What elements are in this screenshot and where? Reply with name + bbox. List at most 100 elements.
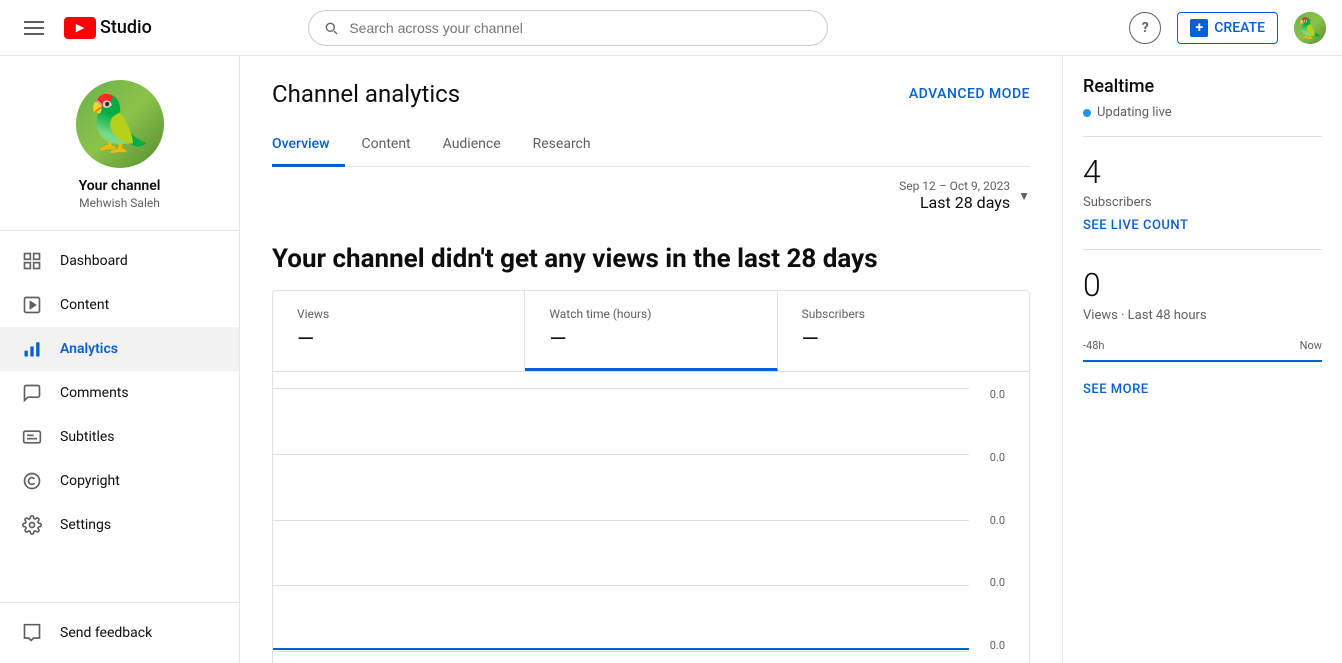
time-axis: -48h Now xyxy=(1083,339,1322,352)
sidebar-item-content-label: Content xyxy=(60,297,109,313)
app-header: Studio ? CREATE xyxy=(0,0,1342,56)
feedback-icon xyxy=(20,621,44,645)
page-title: Channel analytics xyxy=(272,80,460,108)
grid-line-4 xyxy=(273,585,969,586)
realtime-divider-2 xyxy=(1083,249,1322,250)
main-layout: 🦜 Your channel Mehwish Saleh Dashboard C… xyxy=(0,56,1342,663)
tab-overview[interactable]: Overview xyxy=(272,124,345,167)
y-label-1: 0.0 xyxy=(990,388,1005,401)
search-bar xyxy=(308,10,828,46)
sidebar-item-content[interactable]: Content xyxy=(0,283,239,327)
time-axis-left: -48h xyxy=(1083,339,1104,352)
metric-tab-subscribers[interactable]: Subscribers — xyxy=(778,291,1029,371)
create-button[interactable]: CREATE xyxy=(1177,12,1278,44)
realtime-divider-1 xyxy=(1083,136,1322,137)
sidebar-item-copyright[interactable]: Copyright xyxy=(0,459,239,503)
gear-icon xyxy=(20,513,44,537)
y-label-2: 0.0 xyxy=(990,451,1005,464)
channel-info: 🦜 Your channel Mehwish Saleh xyxy=(0,64,239,231)
page-header: Channel analytics ADVANCED MODE xyxy=(272,80,1030,108)
grid-line-3 xyxy=(273,520,969,521)
sidebar: 🦜 Your channel Mehwish Saleh Dashboard C… xyxy=(0,56,240,663)
sidebar-item-subtitles[interactable]: Subtitles xyxy=(0,415,239,459)
youtube-logo[interactable]: Studio xyxy=(64,17,152,39)
menu-icon[interactable] xyxy=(16,13,52,43)
metrics-tabs: Views — Watch time (hours) — Subscribers… xyxy=(273,291,1029,372)
date-range-main: Last 28 days xyxy=(920,193,1010,212)
tab-audience[interactable]: Audience xyxy=(427,124,517,167)
help-button[interactable]: ? xyxy=(1129,12,1161,44)
y-label-4: 0.0 xyxy=(990,576,1005,589)
content-area: Channel analytics ADVANCED MODE Overview… xyxy=(240,56,1062,663)
metric-views-label: Views xyxy=(297,307,500,321)
sidebar-item-dashboard-label: Dashboard xyxy=(60,253,128,269)
date-range-small: Sep 12 – Oct 9, 2023 xyxy=(899,179,1010,193)
comment-icon xyxy=(20,381,44,405)
chart-grid xyxy=(273,388,969,652)
sidebar-item-subtitles-label: Subtitles xyxy=(60,429,115,445)
metric-tab-views[interactable]: Views — xyxy=(273,291,525,371)
see-more-right-button[interactable]: SEE MORE xyxy=(1083,382,1322,397)
studio-label: Studio xyxy=(100,17,152,38)
tab-research[interactable]: Research xyxy=(517,124,607,167)
channel-avatar[interactable]: 🦜 xyxy=(76,80,164,168)
chart-line xyxy=(273,648,969,650)
views-realtime-count: 0 xyxy=(1083,266,1322,304)
chart-y-axis: 0.0 0.0 0.0 0.0 0.0 xyxy=(990,388,1005,652)
metric-watchtime-label: Watch time (hours) xyxy=(549,307,752,321)
time-axis-right: Now xyxy=(1300,339,1322,352)
mini-chart xyxy=(1083,360,1322,362)
search-input[interactable] xyxy=(308,10,828,46)
avatar[interactable] xyxy=(1294,12,1326,44)
subtitles-icon xyxy=(20,425,44,449)
mini-chart-line xyxy=(1083,360,1322,362)
metric-views-value: — xyxy=(297,327,500,352)
grid-line-1 xyxy=(273,388,969,389)
realtime-title: Realtime xyxy=(1083,76,1322,97)
sidebar-item-analytics-label: Analytics xyxy=(60,341,118,357)
sidebar-item-analytics[interactable]: Analytics xyxy=(0,327,239,371)
metric-subscribers-label: Subscribers xyxy=(802,307,1005,321)
y-label-5: 0.0 xyxy=(990,639,1005,652)
y-label-3: 0.0 xyxy=(990,514,1005,527)
advanced-mode-button[interactable]: ADVANCED MODE xyxy=(909,86,1030,102)
sidebar-item-send-feedback[interactable]: Send feedback xyxy=(0,611,239,655)
date-range-container: Sep 12 – Oct 9, 2023 Last 28 days ▼ xyxy=(272,167,1030,220)
avatar-image xyxy=(1294,12,1326,44)
views-realtime-label: Views · Last 48 hours xyxy=(1083,308,1322,323)
play-square-icon xyxy=(20,293,44,317)
sidebar-item-dashboard[interactable]: Dashboard xyxy=(0,239,239,283)
sidebar-item-settings-label: Settings xyxy=(60,517,111,533)
subscribers-count: 4 xyxy=(1083,153,1322,191)
bar-chart-icon xyxy=(20,337,44,361)
live-text: Updating live xyxy=(1097,105,1172,120)
grid-icon xyxy=(20,249,44,273)
metric-subscribers-value: — xyxy=(802,327,1005,352)
sidebar-item-comments-label: Comments xyxy=(60,385,129,401)
metrics-container: Views — Watch time (hours) — Subscribers… xyxy=(272,290,1030,663)
grid-line-5 xyxy=(273,651,969,652)
grid-line-2 xyxy=(273,454,969,455)
header-left: Studio xyxy=(16,13,152,43)
create-label: CREATE xyxy=(1214,20,1265,36)
header-right: ? CREATE xyxy=(1129,12,1326,44)
date-range-dropdown[interactable]: ▼ xyxy=(1018,189,1030,203)
copyright-icon xyxy=(20,469,44,493)
right-panel: Realtime Updating live 4 Subscribers SEE… xyxy=(1062,56,1342,663)
see-live-count-button[interactable]: SEE LIVE COUNT xyxy=(1083,218,1322,233)
tab-content[interactable]: Content xyxy=(345,124,426,167)
metric-tab-watch-time[interactable]: Watch time (hours) — xyxy=(525,291,777,371)
subscribers-realtime-label: Subscribers xyxy=(1083,195,1322,210)
live-dot xyxy=(1083,109,1091,117)
channel-handle: Mehwish Saleh xyxy=(79,196,160,210)
date-range-text: Sep 12 – Oct 9, 2023 Last 28 days xyxy=(899,179,1010,212)
sidebar-item-comments[interactable]: Comments xyxy=(0,371,239,415)
no-views-message: Your channel didn't get any views in the… xyxy=(272,244,1030,274)
live-indicator: Updating live xyxy=(1083,105,1322,120)
sidebar-item-send-feedback-label: Send feedback xyxy=(60,625,152,641)
sidebar-item-settings[interactable]: Settings xyxy=(0,503,239,547)
analytics-tabs: Overview Content Audience Research xyxy=(272,124,1030,167)
metric-watchtime-value: — xyxy=(549,327,752,352)
create-icon xyxy=(1190,19,1208,37)
channel-name: Your channel xyxy=(79,178,161,194)
